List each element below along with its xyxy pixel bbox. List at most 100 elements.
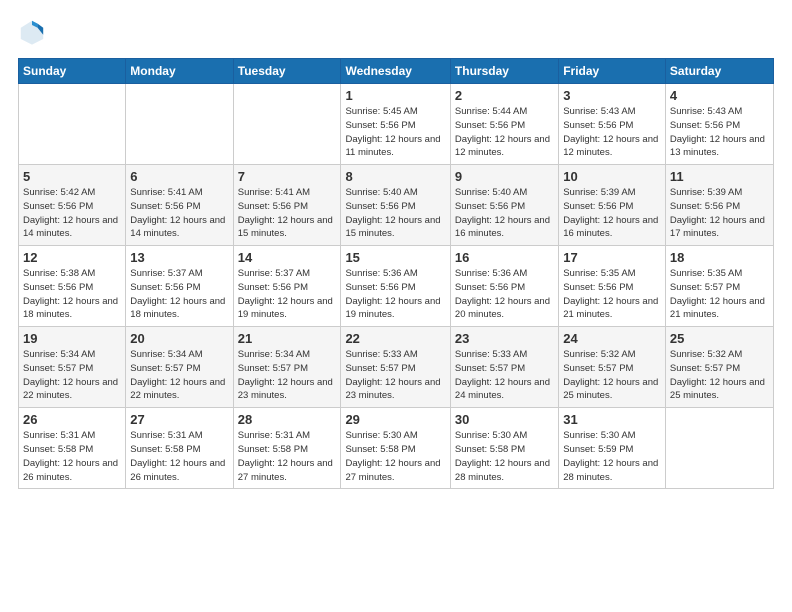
- day-number: 22: [345, 331, 445, 346]
- week-row-2: 5 Sunrise: 5:42 AMSunset: 5:56 PMDaylight…: [19, 165, 774, 246]
- calendar-cell: 25 Sunrise: 5:32 AMSunset: 5:57 PMDayligh…: [665, 327, 773, 408]
- calendar-cell: 27 Sunrise: 5:31 AMSunset: 5:58 PMDayligh…: [126, 408, 233, 489]
- day-number: 6: [130, 169, 228, 184]
- day-info: Sunrise: 5:31 AMSunset: 5:58 PMDaylight:…: [23, 429, 121, 484]
- week-row-1: 1Sunrise: 5:45 AMSunset: 5:56 PMDaylight…: [19, 84, 774, 165]
- day-info: Sunrise: 5:32 AMSunset: 5:57 PMDaylight:…: [670, 348, 769, 403]
- day-number: 13: [130, 250, 228, 265]
- weekday-header-thursday: Thursday: [450, 59, 558, 84]
- calendar-cell: 6 Sunrise: 5:41 AMSunset: 5:56 PMDaylight…: [126, 165, 233, 246]
- logo: [18, 18, 50, 46]
- weekday-header-friday: Friday: [559, 59, 666, 84]
- calendar-cell: 14Sunrise: 5:37 AMSunset: 5:56 PMDayligh…: [233, 246, 341, 327]
- weekday-header-sunday: Sunday: [19, 59, 126, 84]
- day-number: 30: [455, 412, 554, 427]
- week-row-4: 19 Sunrise: 5:34 AMSunset: 5:57 PMDayligh…: [19, 327, 774, 408]
- day-info: Sunrise: 5:34 AMSunset: 5:57 PMDaylight:…: [23, 348, 121, 403]
- day-info: Sunrise: 5:38 AMSunset: 5:56 PMDaylight:…: [23, 267, 121, 322]
- calendar-cell: 21Sunrise: 5:34 AMSunset: 5:57 PMDayligh…: [233, 327, 341, 408]
- day-info: Sunrise: 5:30 AMSunset: 5:58 PMDaylight:…: [455, 429, 554, 484]
- calendar-cell: 22 Sunrise: 5:33 AMSunset: 5:57 PMDayligh…: [341, 327, 450, 408]
- day-info: Sunrise: 5:45 AMSunset: 5:56 PMDaylight:…: [345, 105, 445, 160]
- day-number: 27: [130, 412, 228, 427]
- day-number: 24: [563, 331, 661, 346]
- day-info: Sunrise: 5:32 AMSunset: 5:57 PMDaylight:…: [563, 348, 661, 403]
- day-number: 31: [563, 412, 661, 427]
- day-info: Sunrise: 5:43 AMSunset: 5:56 PMDaylight:…: [563, 105, 661, 160]
- day-info: Sunrise: 5:41 AMSunset: 5:56 PMDaylight:…: [130, 186, 228, 241]
- logo-icon: [18, 18, 46, 46]
- calendar-table: SundayMondayTuesdayWednesdayThursdayFrid…: [18, 58, 774, 489]
- calendar-cell: [19, 84, 126, 165]
- day-info: Sunrise: 5:33 AMSunset: 5:57 PMDaylight:…: [345, 348, 445, 403]
- calendar-cell: 23 Sunrise: 5:33 AMSunset: 5:57 PMDayligh…: [450, 327, 558, 408]
- day-number: 15: [345, 250, 445, 265]
- calendar-cell: 2Sunrise: 5:44 AMSunset: 5:56 PMDaylight…: [450, 84, 558, 165]
- day-info: Sunrise: 5:34 AMSunset: 5:57 PMDaylight:…: [130, 348, 228, 403]
- day-info: Sunrise: 5:41 AMSunset: 5:56 PMDaylight:…: [238, 186, 337, 241]
- day-info: Sunrise: 5:30 AMSunset: 5:59 PMDaylight:…: [563, 429, 661, 484]
- day-number: 17: [563, 250, 661, 265]
- day-info: Sunrise: 5:37 AMSunset: 5:56 PMDaylight:…: [130, 267, 228, 322]
- weekday-header-row: SundayMondayTuesdayWednesdayThursdayFrid…: [19, 59, 774, 84]
- calendar-cell: 5 Sunrise: 5:42 AMSunset: 5:56 PMDaylight…: [19, 165, 126, 246]
- day-number: 19: [23, 331, 121, 346]
- day-number: 4: [670, 88, 769, 103]
- weekday-header-wednesday: Wednesday: [341, 59, 450, 84]
- calendar-cell: 17 Sunrise: 5:35 AMSunset: 5:56 PMDayligh…: [559, 246, 666, 327]
- day-info: Sunrise: 5:31 AMSunset: 5:58 PMDaylight:…: [130, 429, 228, 484]
- calendar-cell: [665, 408, 773, 489]
- calendar-cell: 16 Sunrise: 5:36 AMSunset: 5:56 PMDayligh…: [450, 246, 558, 327]
- day-number: 23: [455, 331, 554, 346]
- day-info: Sunrise: 5:35 AMSunset: 5:56 PMDaylight:…: [563, 267, 661, 322]
- day-info: Sunrise: 5:42 AMSunset: 5:56 PMDaylight:…: [23, 186, 121, 241]
- day-number: 5: [23, 169, 121, 184]
- weekday-header-saturday: Saturday: [665, 59, 773, 84]
- calendar-cell: 24 Sunrise: 5:32 AMSunset: 5:57 PMDayligh…: [559, 327, 666, 408]
- calendar-cell: 18Sunrise: 5:35 AMSunset: 5:57 PMDayligh…: [665, 246, 773, 327]
- day-number: 7: [238, 169, 337, 184]
- calendar-cell: 3 Sunrise: 5:43 AMSunset: 5:56 PMDaylight…: [559, 84, 666, 165]
- calendar-cell: 4 Sunrise: 5:43 AMSunset: 5:56 PMDaylight…: [665, 84, 773, 165]
- day-number: 14: [238, 250, 337, 265]
- day-info: Sunrise: 5:40 AMSunset: 5:56 PMDaylight:…: [455, 186, 554, 241]
- day-info: Sunrise: 5:34 AMSunset: 5:57 PMDaylight:…: [238, 348, 337, 403]
- calendar-cell: [126, 84, 233, 165]
- day-number: 12: [23, 250, 121, 265]
- calendar-cell: 7 Sunrise: 5:41 AMSunset: 5:56 PMDaylight…: [233, 165, 341, 246]
- header: [18, 18, 774, 46]
- day-number: 11: [670, 169, 769, 184]
- day-number: 28: [238, 412, 337, 427]
- calendar-cell: 19 Sunrise: 5:34 AMSunset: 5:57 PMDayligh…: [19, 327, 126, 408]
- calendar-cell: 1Sunrise: 5:45 AMSunset: 5:56 PMDaylight…: [341, 84, 450, 165]
- day-info: Sunrise: 5:36 AMSunset: 5:56 PMDaylight:…: [455, 267, 554, 322]
- day-info: Sunrise: 5:39 AMSunset: 5:56 PMDaylight:…: [670, 186, 769, 241]
- day-number: 25: [670, 331, 769, 346]
- calendar-cell: 8Sunrise: 5:40 AMSunset: 5:56 PMDaylight…: [341, 165, 450, 246]
- page: SundayMondayTuesdayWednesdayThursdayFrid…: [0, 0, 792, 612]
- calendar-cell: 30 Sunrise: 5:30 AMSunset: 5:58 PMDayligh…: [450, 408, 558, 489]
- week-row-3: 12 Sunrise: 5:38 AMSunset: 5:56 PMDayligh…: [19, 246, 774, 327]
- day-number: 16: [455, 250, 554, 265]
- day-info: Sunrise: 5:40 AMSunset: 5:56 PMDaylight:…: [345, 186, 445, 241]
- calendar-cell: 11 Sunrise: 5:39 AMSunset: 5:56 PMDayligh…: [665, 165, 773, 246]
- calendar-cell: 15 Sunrise: 5:36 AMSunset: 5:56 PMDayligh…: [341, 246, 450, 327]
- calendar-cell: [233, 84, 341, 165]
- calendar-cell: 20Sunrise: 5:34 AMSunset: 5:57 PMDayligh…: [126, 327, 233, 408]
- weekday-header-monday: Monday: [126, 59, 233, 84]
- day-info: Sunrise: 5:39 AMSunset: 5:56 PMDaylight:…: [563, 186, 661, 241]
- day-info: Sunrise: 5:30 AMSunset: 5:58 PMDaylight:…: [345, 429, 445, 484]
- day-info: Sunrise: 5:33 AMSunset: 5:57 PMDaylight:…: [455, 348, 554, 403]
- day-number: 3: [563, 88, 661, 103]
- day-info: Sunrise: 5:43 AMSunset: 5:56 PMDaylight:…: [670, 105, 769, 160]
- day-info: Sunrise: 5:31 AMSunset: 5:58 PMDaylight:…: [238, 429, 337, 484]
- week-row-5: 26Sunrise: 5:31 AMSunset: 5:58 PMDayligh…: [19, 408, 774, 489]
- calendar-cell: 26Sunrise: 5:31 AMSunset: 5:58 PMDayligh…: [19, 408, 126, 489]
- day-number: 10: [563, 169, 661, 184]
- calendar-cell: 9Sunrise: 5:40 AMSunset: 5:56 PMDaylight…: [450, 165, 558, 246]
- day-info: Sunrise: 5:36 AMSunset: 5:56 PMDaylight:…: [345, 267, 445, 322]
- calendar-cell: 13 Sunrise: 5:37 AMSunset: 5:56 PMDayligh…: [126, 246, 233, 327]
- calendar-cell: 31 Sunrise: 5:30 AMSunset: 5:59 PMDayligh…: [559, 408, 666, 489]
- weekday-header-tuesday: Tuesday: [233, 59, 341, 84]
- day-number: 2: [455, 88, 554, 103]
